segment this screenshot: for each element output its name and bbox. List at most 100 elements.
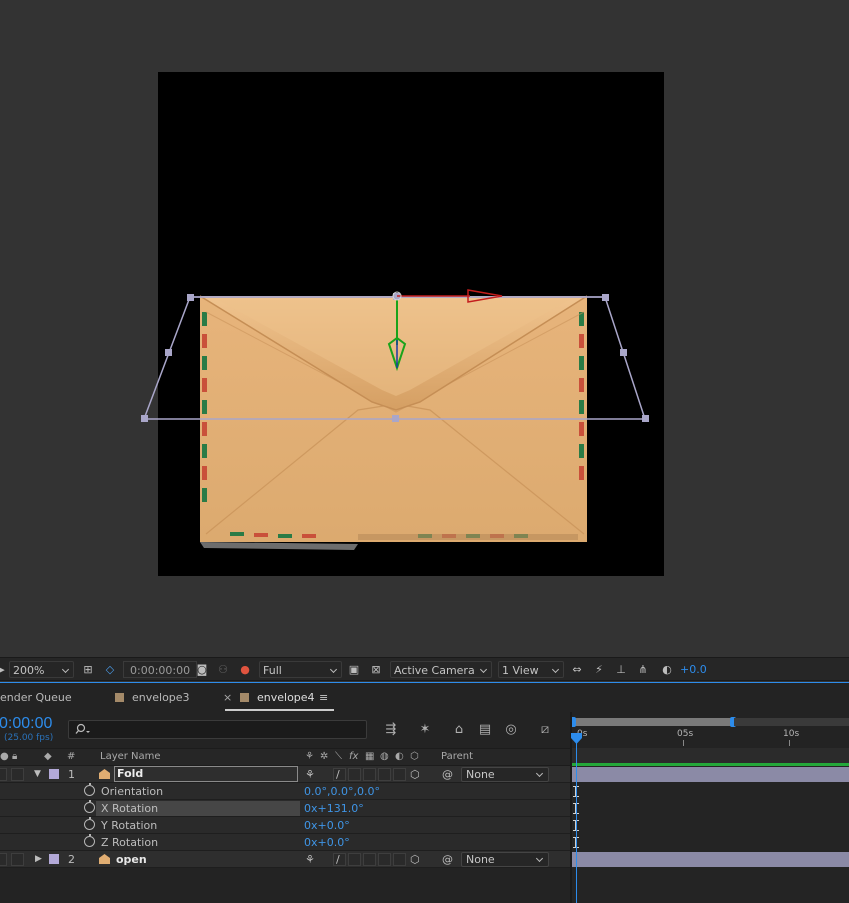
pick-whip-icon[interactable]: @ — [442, 767, 453, 782]
composition-mini-flowchart-icon[interactable]: ⇶ — [382, 721, 400, 739]
panel-menu-icon[interactable]: ≡ — [319, 690, 328, 706]
timeline-track-area[interactable] — [572, 748, 849, 903]
video-switch[interactable] — [0, 853, 7, 866]
tab-envelope4[interactable]: envelope4 — [240, 690, 315, 706]
stopwatch-icon[interactable] — [84, 783, 95, 796]
parent-header[interactable]: Parent — [441, 751, 473, 762]
toggle-mask-visibility-icon[interactable]: ◇ — [102, 661, 118, 678]
zoom-dropdown[interactable]: 200% — [9, 661, 74, 678]
view-layout-dropdown[interactable]: 1 View — [498, 661, 564, 678]
color-channels-icon[interactable]: ● — [237, 661, 253, 678]
effects-header-icon[interactable]: fx — [349, 751, 358, 762]
quality-header-icon[interactable]: ⟍ — [335, 751, 342, 762]
stopwatch-icon[interactable] — [84, 834, 95, 847]
draft-3d-icon[interactable]: ✶ — [416, 721, 434, 739]
transform-handle — [602, 294, 609, 301]
motion-blur-switch[interactable] — [378, 768, 391, 781]
property-row-z-rotation[interactable]: Z Rotation 0x+0.0° — [0, 834, 570, 851]
lock-switch[interactable] — [11, 853, 24, 866]
layer-name[interactable]: open — [116, 852, 147, 867]
composition-viewer[interactable] — [0, 0, 849, 657]
hide-shy-layers-icon[interactable]: ⌂ — [450, 721, 468, 739]
parent-dropdown[interactable]: None — [461, 852, 549, 867]
shy-switch-icon[interactable]: ⚘ — [305, 767, 315, 782]
frame-blend-switch[interactable] — [363, 768, 376, 781]
property-row-orientation[interactable]: Orientation 0.0°,0.0°,0.0° — [0, 783, 570, 800]
collapse-triangle-icon[interactable]: ▼ — [34, 767, 41, 782]
graph-editor-icon[interactable]: ⧄ — [536, 721, 554, 739]
current-time-indicator-line[interactable] — [576, 734, 577, 903]
shy-switch-icon[interactable]: ⚘ — [305, 852, 315, 867]
layer-transform-gizmo[interactable] — [0, 0, 849, 657]
layer-row-open[interactable]: ▶ 2 open ⚘ / ⬡ @ None — [0, 851, 570, 868]
motion-blur-switch[interactable] — [378, 853, 391, 866]
shy-header-icon[interactable]: ⚘ — [305, 751, 314, 762]
reset-exposure-icon[interactable]: ◐ — [659, 661, 675, 678]
adjustment-header-icon[interactable]: ◐ — [395, 751, 404, 762]
property-row-y-rotation[interactable]: Y Rotation 0x+0.0° — [0, 817, 570, 834]
active-tab-indicator — [225, 709, 334, 711]
region-of-interest-icon[interactable]: ▣ — [346, 661, 362, 678]
snapshot-camera-icon[interactable]: ◙ — [194, 661, 210, 678]
layer-search-input[interactable] — [68, 720, 367, 739]
label-header-icon[interactable]: ◆ — [44, 751, 52, 762]
timeline-current-time[interactable]: 0:00:00 — [0, 715, 52, 733]
layer-name-field[interactable]: Fold — [114, 766, 298, 782]
camera-view-dropdown[interactable]: Active Camera — [390, 661, 492, 678]
property-value[interactable]: 0.0°,0.0°,0.0° — [304, 784, 380, 799]
expand-triangle-icon[interactable]: ▶ — [35, 852, 42, 867]
frame-blending-icon[interactable]: ▤ — [476, 721, 494, 739]
motion-blur-header-icon[interactable]: ◍ — [380, 751, 389, 762]
3d-layer-header-icon[interactable]: ⬡ — [410, 751, 419, 762]
current-time-display[interactable]: 0:00:00:00 — [123, 661, 198, 678]
comp-label-swatch — [240, 693, 249, 702]
video-switch-header-icon[interactable]: ● — [0, 751, 9, 762]
label-color-swatch[interactable] — [49, 854, 59, 864]
frame-blend-header-icon[interactable]: ▦ — [365, 751, 374, 762]
collapse-header-icon[interactable]: ✲ — [320, 751, 328, 762]
layer-duration-bar-open[interactable] — [572, 852, 849, 867]
property-row-x-rotation[interactable]: X Rotation 0x+131.0° — [0, 800, 570, 817]
property-value[interactable]: 0x+0.0° — [304, 818, 350, 833]
pick-whip-icon[interactable]: @ — [442, 852, 453, 867]
toggle-pixel-aspect-icon[interactable]: ⇔ — [569, 661, 585, 678]
motion-blur-icon[interactable]: ◎ — [502, 721, 520, 739]
choose-grid-icon[interactable]: ⊞ — [80, 661, 96, 678]
time-navigator-track[interactable] — [734, 718, 849, 726]
property-value[interactable]: 0x+131.0° — [304, 801, 364, 816]
parent-dropdown[interactable]: None — [461, 767, 549, 782]
exposure-value[interactable]: +0.0 — [680, 661, 707, 678]
effect-switch[interactable] — [348, 853, 361, 866]
adjustment-switch[interactable] — [393, 853, 406, 866]
layer-row-fold[interactable]: ▼ 1 Fold ⚘ / ⬡ @ None — [0, 766, 570, 783]
tab-close-icon[interactable]: × — [223, 690, 232, 706]
adjustment-switch[interactable] — [393, 768, 406, 781]
stopwatch-icon[interactable] — [84, 817, 95, 830]
flowchart-icon[interactable]: ⋔ — [635, 661, 651, 678]
frame-blend-switch[interactable] — [363, 853, 376, 866]
lock-switch[interactable] — [11, 768, 24, 781]
ruler-tick — [683, 740, 684, 746]
property-value[interactable]: 0x+0.0° — [304, 835, 350, 850]
effect-switch[interactable] — [348, 768, 361, 781]
layer-name-header[interactable]: Layer Name — [100, 751, 161, 762]
quality-slash-icon: / — [336, 853, 340, 866]
time-navigator-bar[interactable] — [570, 717, 736, 727]
layer-duration-bar-fold[interactable] — [572, 767, 849, 782]
lock-header-icon[interactable]: 🔒︎ — [12, 751, 17, 762]
transparency-grid-icon[interactable]: ⊠ — [368, 661, 384, 678]
layer-number-header[interactable]: # — [67, 751, 75, 762]
current-time-indicator-icon[interactable] — [571, 733, 582, 744]
resolution-dropdown[interactable]: Full — [259, 661, 342, 678]
stopwatch-icon[interactable] — [84, 800, 95, 813]
layer-list-empty-area[interactable] — [0, 868, 570, 903]
3d-layer-switch-icon[interactable]: ⬡ — [410, 852, 420, 867]
timeline-icon[interactable]: ⊥ — [613, 661, 629, 678]
tab-envelope3[interactable]: envelope3 — [115, 690, 190, 706]
show-snapshot-icon[interactable]: ⚇ — [215, 661, 231, 678]
fast-previews-icon[interactable]: ⚡ — [591, 661, 607, 678]
video-switch[interactable] — [0, 768, 7, 781]
3d-layer-switch-icon[interactable]: ⬡ — [410, 767, 420, 782]
label-color-swatch[interactable] — [49, 769, 59, 779]
tab-render-queue[interactable]: ender Queue — [0, 690, 72, 706]
